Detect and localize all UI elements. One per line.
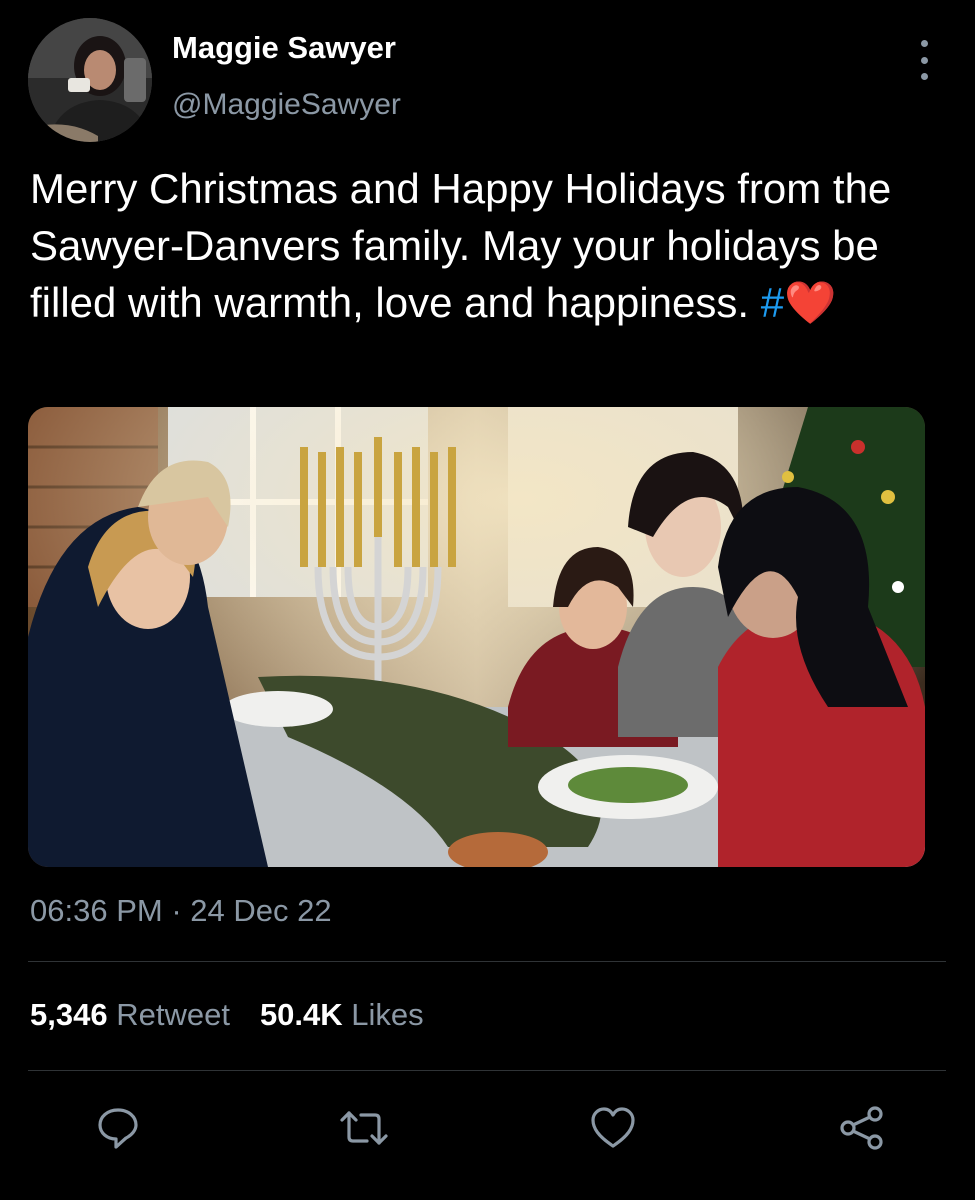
divider-top bbox=[28, 961, 946, 962]
tweet-timestamp[interactable]: 06:36 PM · 24 Dec 22 bbox=[30, 893, 332, 929]
tweet-date: 24 Dec 22 bbox=[190, 893, 332, 928]
like-icon[interactable] bbox=[585, 1100, 641, 1156]
likes-count: 50.4K bbox=[259, 997, 343, 1032]
tweet-time: 06:36 PM bbox=[30, 893, 163, 928]
author-handle[interactable]: @MaggieSawyer bbox=[172, 88, 401, 122]
holiday-dinner-illustration bbox=[28, 407, 925, 867]
timestamp-separator: · bbox=[171, 893, 182, 928]
likes-stat[interactable]: 50.4K Likes bbox=[260, 997, 424, 1033]
heart-emoji: ❤️ bbox=[784, 279, 837, 326]
retweet-icon[interactable] bbox=[336, 1100, 392, 1156]
tweet-text: Merry Christmas and Happy Holidays from … bbox=[30, 160, 940, 331]
more-options-icon[interactable] bbox=[912, 40, 936, 80]
author-name[interactable]: Maggie Sawyer bbox=[172, 30, 396, 66]
likes-label: Likes bbox=[351, 997, 424, 1032]
avatar-image bbox=[28, 18, 152, 142]
retweets-label: Retweet bbox=[116, 997, 230, 1032]
share-icon[interactable] bbox=[834, 1100, 890, 1156]
engagement-stats: 5,346 Retweet 50.4K Likes bbox=[30, 997, 454, 1033]
reply-icon[interactable] bbox=[90, 1100, 146, 1156]
divider-bottom bbox=[28, 1070, 946, 1071]
retweets-count: 5,346 bbox=[30, 997, 108, 1032]
tweet-media-image[interactable] bbox=[28, 407, 925, 867]
retweets-stat[interactable]: 5,346 Retweet bbox=[30, 997, 230, 1033]
hashtag-link[interactable]: # bbox=[761, 279, 784, 326]
avatar[interactable] bbox=[28, 18, 152, 142]
